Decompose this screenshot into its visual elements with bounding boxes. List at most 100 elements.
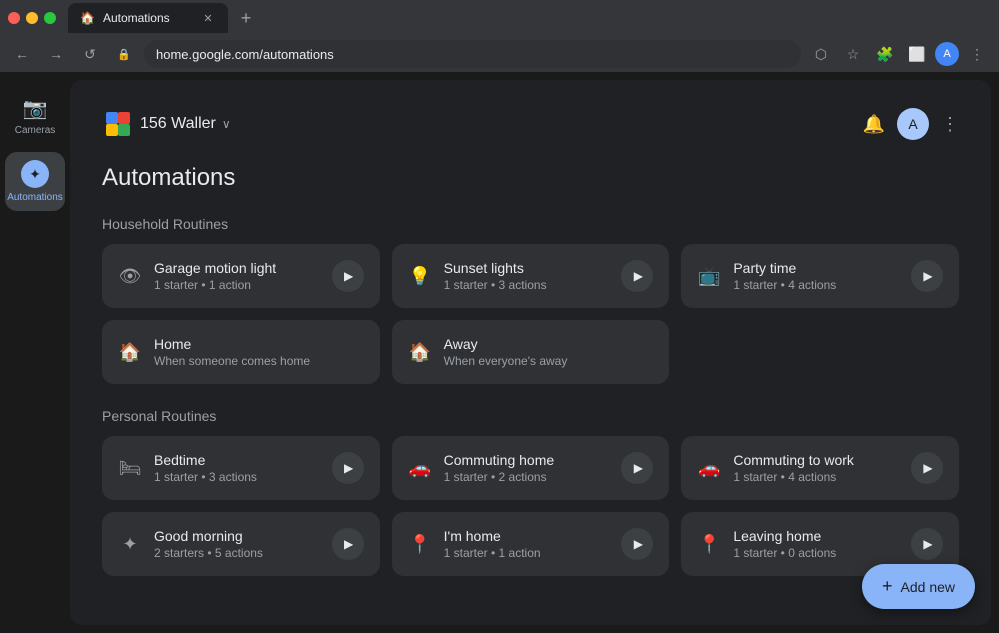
camera-icon: 📷 [23,96,48,121]
google-home-logo [102,108,134,140]
routine-detail-good-morning: 2 starters • 5 actions [154,546,320,560]
routine-card-bedtime[interactable]: 🛏 Bedtime 1 starter • 3 actions ▶ [102,436,380,500]
refresh-button[interactable]: ↺ [76,40,104,68]
routine-info-commuting-work: Commuting to work 1 starter • 4 actions [733,452,899,484]
play-icon: ▶ [923,537,932,551]
routine-icon-party: 📺 [697,266,721,287]
routine-detail-bedtime: 1 starter • 3 actions [154,470,320,484]
address-bar-row: ← → ↺ 🔒 ⬡ ☆ 🧩 ⬜ A ⋮ [0,36,999,72]
user-avatar[interactable]: A [897,108,929,140]
play-icon: ▶ [634,269,643,283]
household-routines-section: Household Routines 👁 Garage motion light… [102,216,959,384]
routine-info-im-home: I'm home 1 starter • 1 action [444,528,610,560]
routine-detail-commuting-work: 1 starter • 4 actions [733,470,899,484]
routine-info-away: Away When everyone's away [444,336,654,368]
chevron-down-icon: ∨ [222,117,231,131]
routine-icon-home: 🏠 [118,342,142,363]
play-icon: ▶ [634,537,643,551]
forward-button[interactable]: → [42,40,70,68]
notifications-button[interactable]: 🔔 [863,114,885,135]
more-options-button[interactable]: ⋮ [941,114,959,135]
play-button-leaving-home[interactable]: ▶ [911,528,943,560]
personal-routines-grid: 🛏 Bedtime 1 starter • 3 actions ▶ 🚗 [102,436,959,576]
play-button-im-home[interactable]: ▶ [621,528,653,560]
routine-info-commuting-home: Commuting home 1 starter • 2 actions [444,452,610,484]
home-selector[interactable]: 156 Waller ∨ [102,108,231,140]
routine-icon-garage: 👁 [118,266,142,287]
routine-name-home: Home [154,336,364,352]
routine-card-good-morning[interactable]: ✦ Good morning 2 starters • 5 actions ▶ [102,512,380,576]
play-button-party[interactable]: ▶ [911,260,943,292]
bookmark-button[interactable]: ⬡ [807,40,835,68]
extensions-button[interactable]: 🧩 [871,40,899,68]
routine-info-sunset: Sunset lights 1 starter • 3 actions [444,260,610,292]
main-content: 156 Waller ∨ 🔔 A ⋮ Automations Household… [70,80,991,625]
lock-icon: 🔒 [110,40,138,68]
play-icon: ▶ [344,269,353,283]
minimize-button[interactable] [26,12,38,24]
routine-detail-commuting-home: 1 starter • 2 actions [444,470,610,484]
routine-card-commuting-to-work[interactable]: 🚗 Commuting to work 1 starter • 4 action… [681,436,959,500]
play-button-sunset[interactable]: ▶ [621,260,653,292]
routine-card-im-home[interactable]: 📍 I'm home 1 starter • 1 action ▶ [392,512,670,576]
routine-detail-sunset: 1 starter • 3 actions [444,278,610,292]
active-tab[interactable]: 🏠 Automations ✕ [68,3,228,33]
sidebar-item-automations[interactable]: ✦ Automations [5,152,65,211]
address-input[interactable] [144,40,801,68]
routine-card-commuting-home[interactable]: 🚗 Commuting home 1 starter • 2 actions ▶ [392,436,670,500]
routine-name-party: Party time [733,260,899,276]
routine-name-sunset: Sunset lights [444,260,610,276]
browser-actions: ⬡ ☆ 🧩 ⬜ A ⋮ [807,40,991,68]
routine-detail-home: When someone comes home [154,354,364,368]
play-icon: ▶ [923,269,932,283]
routine-card-party-time[interactable]: 📺 Party time 1 starter • 4 actions ▶ [681,244,959,308]
add-new-label: Add new [901,579,955,595]
close-button[interactable] [8,12,20,24]
sidebar-item-cameras[interactable]: 📷 Cameras [5,88,65,144]
routine-info-bedtime: Bedtime 1 starter • 3 actions [154,452,320,484]
traffic-lights [8,12,56,24]
tab-close-button[interactable]: ✕ [200,10,216,26]
routine-card-away[interactable]: 🏠 Away When everyone's away [392,320,670,384]
play-button-good-morning[interactable]: ▶ [332,528,364,560]
routine-icon-away: 🏠 [408,342,432,363]
routine-detail-party: 1 starter • 4 actions [733,278,899,292]
routine-icon-commuting-home: 🚗 [408,458,432,479]
play-button-garage[interactable]: ▶ [332,260,364,292]
play-icon: ▶ [923,461,932,475]
routine-detail-away: When everyone's away [444,354,654,368]
page-title: Automations [102,164,959,192]
play-button-commuting-home[interactable]: ▶ [621,452,653,484]
tab-switcher-button[interactable]: ⬜ [903,40,931,68]
routine-info-good-morning: Good morning 2 starters • 5 actions [154,528,320,560]
sidebar-label-cameras: Cameras [15,125,56,136]
play-icon: ▶ [344,461,353,475]
browser-menu-button[interactable]: ⋮ [963,40,991,68]
routine-card-garage-motion-light[interactable]: 👁 Garage motion light 1 starter • 1 acti… [102,244,380,308]
play-button-bedtime[interactable]: ▶ [332,452,364,484]
header-actions: 🔔 A ⋮ [863,108,959,140]
routine-name-garage: Garage motion light [154,260,320,276]
plus-icon: + [882,576,893,597]
new-tab-button[interactable]: + [232,4,260,32]
routine-name-im-home: I'm home [444,528,610,544]
browser-profile-avatar[interactable]: A [935,42,959,66]
main-area: 156 Waller ∨ 🔔 A ⋮ Automations Household… [70,72,999,633]
back-button[interactable]: ← [8,40,36,68]
routine-detail-leaving-home: 1 starter • 0 actions [733,546,899,560]
fullscreen-button[interactable] [44,12,56,24]
routine-card-sunset-lights[interactable]: 💡 Sunset lights 1 starter • 3 actions ▶ [392,244,670,308]
routine-icon-good-morning: ✦ [118,534,142,555]
tab-bar: 🏠 Automations ✕ + [0,0,999,36]
routine-detail-garage: 1 starter • 1 action [154,278,320,292]
star-button[interactable]: ☆ [839,40,867,68]
routine-card-home[interactable]: 🏠 Home When someone comes home [102,320,380,384]
play-button-commuting-work[interactable]: ▶ [911,452,943,484]
routine-icon-bedtime: 🛏 [118,458,142,479]
routine-info-garage: Garage motion light 1 starter • 1 action [154,260,320,292]
tab-favicon: 🏠 [80,11,95,25]
add-new-button[interactable]: + Add new [862,564,975,609]
play-icon: ▶ [634,461,643,475]
routine-info-party: Party time 1 starter • 4 actions [733,260,899,292]
routine-name-bedtime: Bedtime [154,452,320,468]
